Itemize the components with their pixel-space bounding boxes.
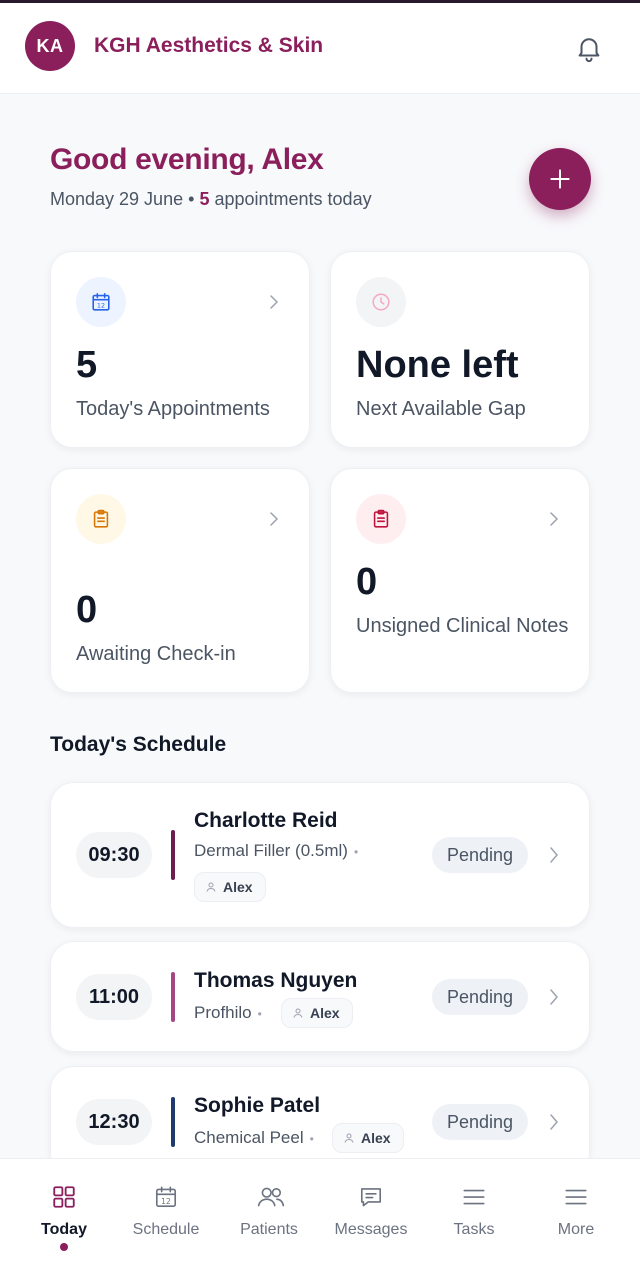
add-button[interactable]	[529, 148, 591, 210]
appointment-card[interactable]: 09:30 Charlotte Reid Dermal Filler (0.5m…	[50, 782, 590, 928]
treatment-name: Dermal Filler (0.5ml)	[194, 841, 348, 860]
dot-separator: •	[309, 1132, 314, 1146]
treatment-line: Profhilo •	[194, 1003, 268, 1023]
nav-item-messages[interactable]: Messages	[318, 1159, 424, 1263]
staff-chip: Alex	[194, 872, 266, 902]
stat-label: Today's Appointments	[76, 398, 270, 420]
separator: •	[188, 189, 195, 209]
stat-card-unsigned-notes[interactable]: 0 Unsigned Clinical Notes	[330, 468, 590, 693]
staff-chip: Alex	[281, 998, 353, 1028]
clipboard-icon	[93, 509, 109, 528]
app-header: KA KGH Aesthetics & Skin	[0, 3, 640, 94]
plus-icon	[550, 169, 570, 189]
nav-item-patients[interactable]: Patients	[216, 1159, 322, 1263]
svg-text:12: 12	[161, 1197, 171, 1206]
nav-item-today[interactable]: Today	[11, 1159, 117, 1263]
stat-label: Unsigned Clinical Notes	[356, 615, 569, 637]
dot-separator: •	[353, 845, 359, 859]
schedule-title: Today's Schedule	[50, 733, 227, 756]
user-icon	[293, 1008, 303, 1018]
clipboard-icon	[373, 509, 389, 528]
patient-name: Thomas Nguyen	[194, 969, 358, 992]
user-icon	[344, 1133, 354, 1143]
treatment-line: Chemical Peel •	[194, 1128, 320, 1148]
stat-label: Next Available Gap	[356, 398, 526, 420]
nav-label: More	[557, 1221, 595, 1238]
staff-chip: Alex	[332, 1123, 404, 1153]
calendar-icon: 12	[92, 292, 110, 311]
stat-card-awaiting-checkin[interactable]: 0 Awaiting Check-in	[50, 468, 310, 693]
appointment-accent-bar	[171, 830, 175, 880]
stat-value: 5	[76, 344, 98, 386]
active-indicator	[60, 1243, 68, 1251]
avatar[interactable]: KA	[25, 21, 75, 71]
appointments-suffix: appointments today	[214, 189, 372, 209]
dot-separator: •	[257, 1007, 262, 1021]
stat-icon-bg	[76, 494, 126, 544]
appointment-time: 12:30	[76, 1099, 152, 1145]
status-badge: Pending	[432, 1104, 528, 1140]
staff-name: Alex	[361, 1130, 391, 1146]
nav-item-more[interactable]: More	[523, 1159, 629, 1263]
bell-icon	[578, 38, 600, 63]
menu-icon	[565, 1189, 587, 1205]
nav-label: Tasks	[453, 1221, 495, 1238]
appointment-time: 11:00	[76, 974, 152, 1020]
treatment-name: Profhilo	[194, 1003, 252, 1022]
greeting-title: Good evening, Alex	[50, 143, 324, 176]
nav-item-schedule[interactable]: 12 Schedule	[113, 1159, 219, 1263]
stat-value: 0	[356, 561, 378, 603]
appointments-count: 5	[199, 189, 210, 209]
appointment-accent-bar	[171, 1097, 175, 1147]
patient-name: Charlotte Reid	[194, 809, 338, 832]
stat-icon-bg: 12	[76, 277, 126, 327]
nav-label: Today	[41, 1221, 87, 1238]
treatment-name: Chemical Peel	[194, 1128, 304, 1147]
svg-text:12: 12	[97, 302, 105, 310]
stat-value: 0	[76, 589, 98, 631]
greeting-subline: Monday 29 June • 5 appointments today	[50, 189, 372, 210]
clock-icon	[372, 293, 390, 311]
staff-name: Alex	[223, 879, 253, 895]
chevron-right-icon	[270, 512, 279, 526]
chevron-right-icon	[550, 989, 558, 1005]
stat-icon-bg	[356, 494, 406, 544]
treatment-line: Dermal Filler (0.5ml) •	[194, 841, 364, 861]
appointment-time: 09:30	[76, 832, 152, 878]
nav-label: Schedule	[132, 1221, 200, 1238]
chevron-right-icon	[550, 847, 558, 863]
status-badge: Pending	[432, 979, 528, 1015]
stat-label: Awaiting Check-in	[76, 643, 236, 665]
patient-name: Sophie Patel	[194, 1094, 321, 1117]
calendar-icon: 12	[155, 1186, 177, 1208]
users-icon	[257, 1187, 285, 1207]
message-icon	[360, 1188, 382, 1207]
brand-name: KGH Aesthetics & Skin	[94, 34, 324, 57]
list-icon	[463, 1189, 485, 1205]
chevron-right-icon	[550, 512, 559, 526]
nav-label: Messages	[334, 1221, 408, 1238]
stat-value: None left	[356, 344, 519, 386]
nav-item-tasks[interactable]: Tasks	[421, 1159, 527, 1263]
chevron-right-icon	[550, 1114, 558, 1130]
chevron-right-icon	[270, 295, 279, 309]
bottom-nav: Today 12 Schedule Patients Messages Task…	[0, 1158, 640, 1263]
appointment-accent-bar	[171, 972, 175, 1022]
stat-card-appointments[interactable]: 12 5 Today's Appointments	[50, 251, 310, 448]
appointment-card[interactable]: 11:00 Thomas Nguyen Profhilo • Alex Pendi…	[50, 941, 590, 1052]
stat-icon-bg	[356, 277, 406, 327]
stat-card-next-gap[interactable]: None left Next Available Gap	[330, 251, 590, 448]
staff-name: Alex	[310, 1005, 340, 1021]
grid-icon	[53, 1186, 75, 1208]
today-date: Monday 29 June	[50, 189, 184, 209]
status-badge: Pending	[432, 837, 528, 873]
user-icon	[206, 882, 216, 892]
nav-label: Patients	[240, 1221, 298, 1238]
notifications-button[interactable]	[574, 33, 604, 63]
